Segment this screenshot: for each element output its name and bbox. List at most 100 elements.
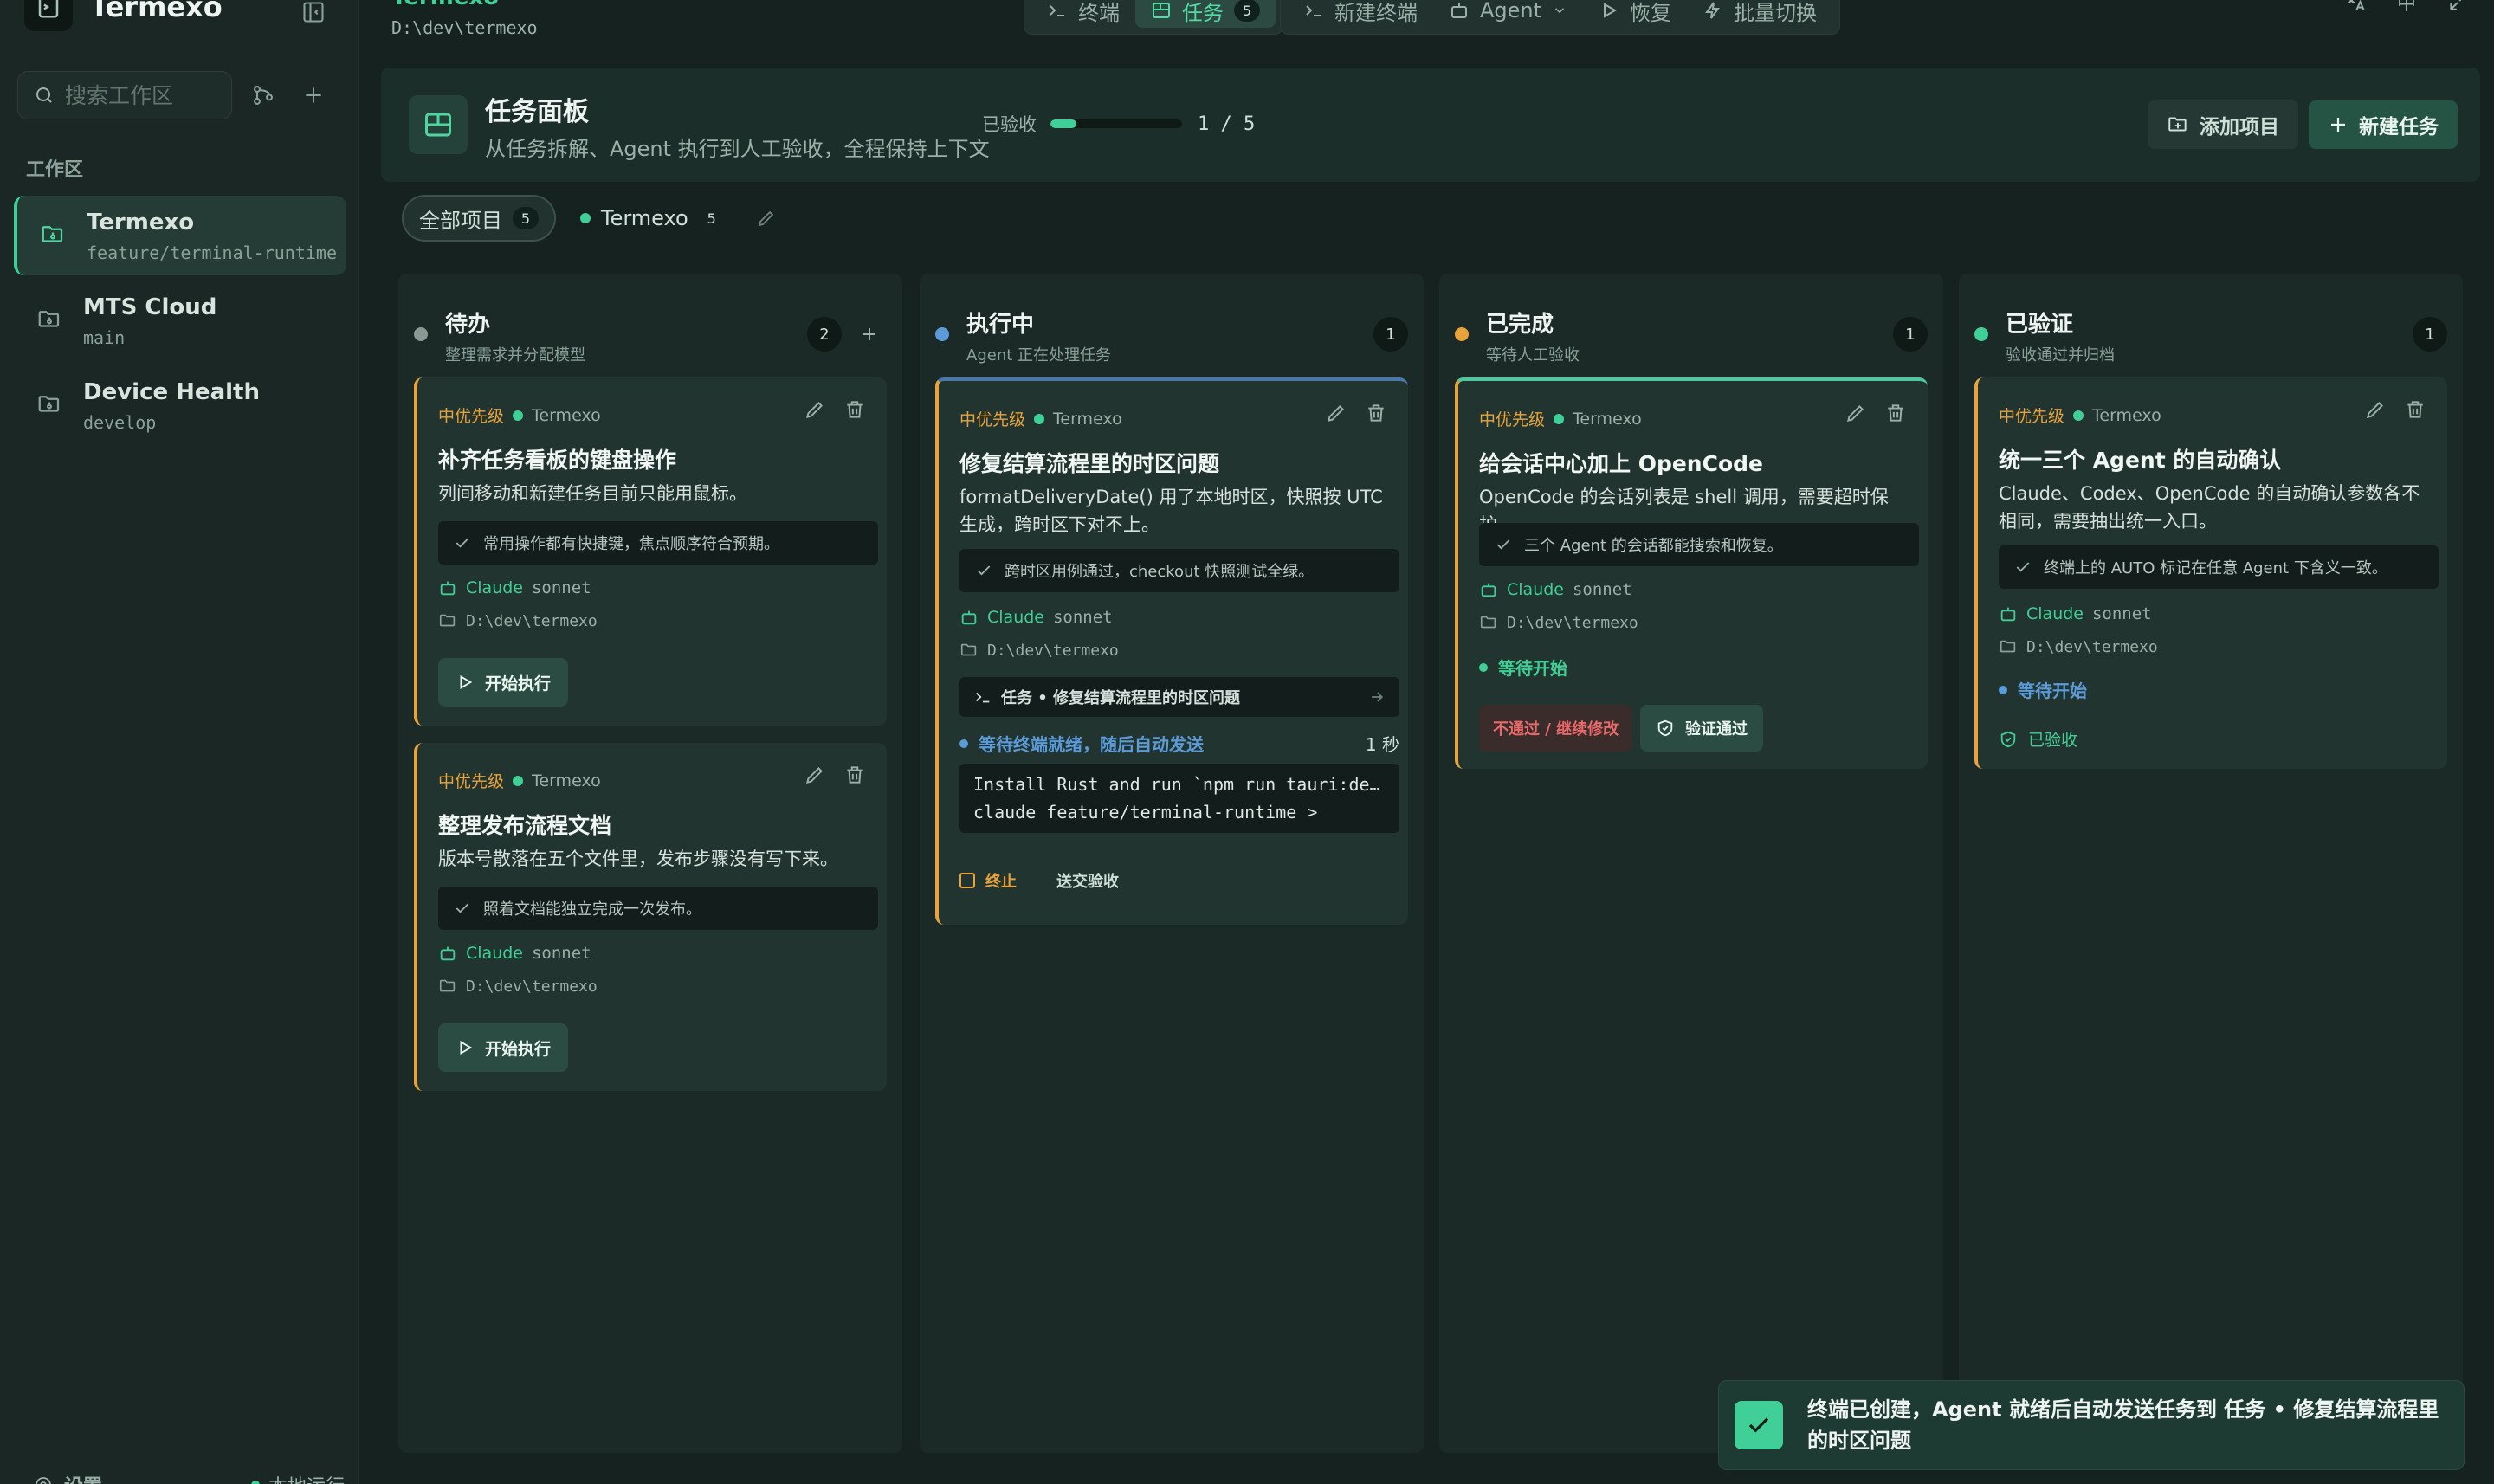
maximize-icon[interactable] xyxy=(2447,0,2470,13)
task-title: 统一三个 Agent 的自动确认 xyxy=(1999,448,2282,473)
check-icon xyxy=(1735,1401,1783,1449)
filter-termexo[interactable]: Termexo 5 xyxy=(565,195,740,242)
collapse-sidebar-icon[interactable] xyxy=(301,0,327,24)
verified-label: 已验收 xyxy=(2028,731,2078,750)
submit-review-button[interactable]: 送交验收 xyxy=(1056,869,1119,892)
sidebar-footer: 设置 本地运行 xyxy=(33,1472,345,1484)
search-input[interactable] xyxy=(65,82,221,108)
toast-message: 终端已创建，Agent 就绪后自动发送任务到 任务 • 修复结算流程里的时区问题 xyxy=(1807,1397,2439,1453)
git-branch-icon[interactable] xyxy=(244,76,282,114)
acceptance-criteria: 照着文档能独立完成一次发布。 xyxy=(438,887,878,930)
edit-icon[interactable] xyxy=(804,764,826,786)
workspace-branch: feature/terminal-runtime xyxy=(87,242,337,263)
terminal-label: 任务 • 修复结算流程里的时区问题 xyxy=(1001,689,1241,707)
filter-count: 5 xyxy=(513,207,539,229)
new-terminal-button[interactable]: 新建终端 xyxy=(1288,0,1433,28)
edit-filter-icon[interactable] xyxy=(756,208,777,229)
resume-label: 恢复 xyxy=(1630,0,1672,25)
criteria-text: 跨时区用例通过，checkout 快照测试全绿。 xyxy=(1005,563,1315,581)
acceptance-criteria: 跨时区用例通过，checkout 快照测试全绿。 xyxy=(959,549,1399,592)
task-path: D:\dev\termexo xyxy=(987,641,1119,660)
agent-model: sonnet xyxy=(531,578,591,597)
edit-icon[interactable] xyxy=(2364,398,2387,421)
new-task-label: 新建任务 xyxy=(2359,116,2439,139)
tab-terminal[interactable]: 终端 xyxy=(1031,0,1135,28)
search-box xyxy=(17,71,232,119)
board-header: 任务面板 从任务拆解、Agent 执行到人工验收，全程保持上下文 已验收 1 /… xyxy=(381,68,2480,182)
tab-tasks[interactable]: 任务 5 xyxy=(1135,0,1276,28)
status-text: 等待终端就绪，随后自动发送 xyxy=(979,734,1204,755)
task-path: D:\dev\termexo xyxy=(466,611,598,630)
robot-icon xyxy=(1449,0,1470,21)
trash-icon[interactable] xyxy=(843,398,866,421)
column-done: 已完成 等待人工验收 1 中优先级 Termexo 给会话中心加上 OpenCo… xyxy=(1439,274,1943,1453)
edit-icon[interactable] xyxy=(804,398,826,421)
tab-badge: 5 xyxy=(1234,0,1260,22)
add-task-icon[interactable] xyxy=(852,317,887,352)
filter-all-projects[interactable]: 全部项目 5 xyxy=(402,195,556,242)
bolt-icon xyxy=(1703,0,1723,21)
acceptance-criteria: 三个 Agent 的会话都能搜索和恢复。 xyxy=(1479,523,1919,566)
task-card[interactable]: 中优先级 Termexo 整理发布流程文档 版本号散落在五个文件里，发布步骤没有… xyxy=(414,743,887,1091)
criteria-text: 三个 Agent 的会话都能搜索和恢复。 xyxy=(1524,537,1783,555)
edit-icon[interactable] xyxy=(1325,402,1347,424)
trash-icon[interactable] xyxy=(1365,402,1387,424)
column-subtitle: 等待人工验收 xyxy=(1486,346,1580,365)
workspace-item-device-health[interactable]: Device Health develop xyxy=(14,365,346,445)
app-name: Termexo xyxy=(90,0,223,23)
stop-button[interactable]: 终止 xyxy=(959,869,1017,892)
acceptance-criteria: 常用操作都有快捷键，焦点顺序符合预期。 xyxy=(438,521,878,565)
settings-button[interactable]: 设置 xyxy=(33,1471,102,1484)
folder-branch-icon xyxy=(40,222,66,248)
translate-icon[interactable] xyxy=(2343,0,2366,13)
language-toggle[interactable]: 中 xyxy=(2397,0,2416,16)
resume-button[interactable]: 恢复 xyxy=(1583,0,1687,28)
task-path: D:\dev\termexo xyxy=(2026,637,2158,656)
app-header: Termexo xyxy=(24,0,223,33)
task-card[interactable]: 中优先级 Termexo 修复结算流程里的时区问题 formatDelivery… xyxy=(935,377,1408,925)
agent-dropdown[interactable]: Agent xyxy=(1433,0,1583,28)
execution-actions: 终止 送交验收 xyxy=(959,869,1119,892)
column-count: 1 xyxy=(1373,317,1408,352)
open-terminal-link[interactable]: 任务 • 修复结算流程里的时区问题 xyxy=(959,677,1399,717)
workspace-list: Termexo feature/terminal-runtime MTS Clo… xyxy=(14,196,346,450)
trash-icon[interactable] xyxy=(1884,402,1907,424)
folder-branch-icon xyxy=(959,641,979,660)
project-path: D:\dev\termexo xyxy=(391,17,538,38)
new-task-button[interactable]: 新建任务 xyxy=(2309,100,2458,149)
toast-notification[interactable]: 终端已创建，Agent 就绪后自动发送任务到 任务 • 修复结算流程里的时区问题 xyxy=(1718,1380,2465,1470)
add-project-button[interactable]: 添加项目 xyxy=(2148,100,2298,149)
search-icon xyxy=(36,87,52,103)
task-path: D:\dev\termexo xyxy=(466,977,598,996)
agent-name: Claude xyxy=(2026,604,2084,623)
progress-bar xyxy=(1050,119,1182,128)
priority-label: 中优先级 xyxy=(438,772,505,791)
column-todo: 待办 整理需求并分配模型 2 中优先级 Termexo 补齐任务看板的键盘操作 … xyxy=(398,274,902,1453)
card-meta: 中优先级 Termexo xyxy=(959,407,1122,430)
edit-icon[interactable] xyxy=(1845,402,1867,424)
card-meta: 中优先级 Termexo xyxy=(1999,403,2161,427)
trash-icon[interactable] xyxy=(2404,398,2426,421)
reject-button[interactable]: 不通过 / 继续修改 xyxy=(1479,705,1633,752)
verify-button[interactable]: 验证通过 xyxy=(1640,705,1763,752)
filter-label: 全部项目 xyxy=(419,208,502,233)
run-status: 本地运行 xyxy=(250,1471,345,1484)
project-name: Termexo xyxy=(532,771,601,790)
column-status-dot xyxy=(1974,327,1988,341)
batch-switch-button[interactable]: 批量切换 xyxy=(1687,0,1832,28)
task-status: 等待开始 xyxy=(1999,677,2087,702)
task-card[interactable]: 中优先级 Termexo 给会话中心加上 OpenCode OpenCode 的… xyxy=(1455,377,1928,769)
chevron-down-icon xyxy=(1552,3,1567,18)
add-workspace-icon[interactable] xyxy=(294,76,333,114)
trash-icon[interactable] xyxy=(843,764,866,786)
workspace-item-mts-cloud[interactable]: MTS Cloud main xyxy=(14,281,346,360)
task-card[interactable]: 中优先级 Termexo 补齐任务看板的键盘操作 列间移动和新建任务目前只能用鼠… xyxy=(414,377,887,726)
start-execution-button[interactable]: 开始执行 xyxy=(438,1023,569,1072)
status-text: 等待开始 xyxy=(2018,681,2087,701)
start-execution-button[interactable]: 开始执行 xyxy=(438,658,569,707)
elapsed-time: 1 秒 xyxy=(1365,734,1399,755)
app-logo-icon xyxy=(24,0,73,31)
priority-label: 中优先级 xyxy=(1999,407,2065,426)
task-card[interactable]: 中优先级 Termexo 统一三个 Agent 的自动确认 Claude、Cod… xyxy=(1974,377,2447,769)
workspace-item-termexo[interactable]: Termexo feature/terminal-runtime xyxy=(14,196,346,275)
